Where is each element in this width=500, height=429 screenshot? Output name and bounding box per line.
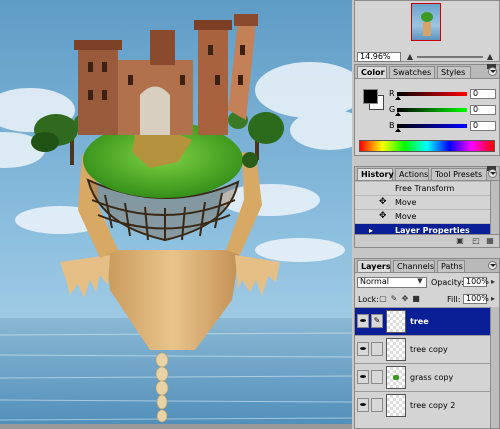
layer-name: tree copy 2 (410, 401, 456, 410)
tab-actions[interactable]: Actions (395, 168, 429, 180)
layer-row-tree-copy-2[interactable]: tree copy 2 (355, 391, 499, 419)
navigator-thumbnail[interactable] (411, 3, 441, 41)
value-b[interactable]: 0 (470, 121, 496, 131)
lock-all-icon[interactable]: ■ (411, 294, 421, 303)
eye-icon[interactable] (357, 314, 369, 328)
eye-icon[interactable] (357, 342, 369, 356)
history-item[interactable]: ✥ Move (355, 209, 499, 223)
navigator-panel: 14.96% ▲ ▲ (354, 0, 500, 62)
brush-icon[interactable]: ✎ (371, 314, 383, 328)
history-item[interactable]: ✥ Move (355, 195, 499, 209)
panel-menu-icon[interactable] (488, 261, 497, 270)
history-panel: History Actions Tool Presets Free Transf… (354, 166, 500, 248)
layer-name: tree copy (410, 345, 448, 354)
color-spectrum-bar[interactable] (359, 140, 495, 152)
slider-g[interactable] (397, 108, 467, 112)
tab-paths[interactable]: Paths (437, 260, 465, 272)
eye-icon[interactable] (357, 398, 369, 412)
fill-label: Fill: (447, 295, 461, 304)
chevron-down-icon[interactable]: ▼ (415, 277, 425, 286)
new-document-icon[interactable]: ◰ (471, 236, 481, 245)
slider-r-handle[interactable] (395, 96, 401, 100)
panel-menu-icon[interactable] (488, 67, 497, 76)
slider-b-handle[interactable] (395, 128, 401, 132)
layer-name: grass copy (410, 373, 454, 382)
layer-thumbnail (386, 310, 406, 333)
layer-name: tree (410, 317, 429, 326)
channel-label-b: B (389, 121, 395, 130)
document-canvas[interactable] (0, 0, 352, 429)
slider-r[interactable] (397, 92, 467, 96)
tab-swatches[interactable]: Swatches (389, 66, 435, 78)
history-item[interactable]: Free Transform (355, 181, 499, 195)
lock-move-icon[interactable]: ✥ (400, 294, 410, 303)
lock-label: Lock: (358, 295, 379, 304)
trash-icon[interactable]: ▦ (485, 236, 495, 245)
value-r[interactable]: 0 (470, 89, 496, 99)
history-footer: ▣ ◰ ▦ (355, 234, 499, 247)
opacity-field[interactable]: 100% (463, 277, 489, 287)
slider-b[interactable] (397, 124, 467, 128)
move-tool-icon: ✥ (379, 197, 387, 207)
fill-field[interactable]: 100% (463, 294, 489, 304)
history-scrollbar[interactable] (490, 181, 499, 237)
layers-panel: Layers Channels Paths Normal ▼ Opacity: … (354, 258, 500, 429)
new-snapshot-icon[interactable]: ▣ (455, 236, 465, 245)
value-g[interactable]: 0 (470, 105, 496, 115)
fill-arrow-icon[interactable]: ▸ (488, 294, 498, 303)
layer-thumbnail (386, 338, 406, 361)
opacity-label: Opacity: (431, 278, 464, 287)
zoom-in-icon[interactable]: ▲ (485, 52, 495, 61)
layer-row-grass-copy[interactable]: grass copy (355, 363, 499, 391)
foreground-color-swatch[interactable] (363, 89, 378, 104)
move-tool-icon: ✥ (379, 211, 387, 221)
channel-label-r: R (389, 89, 395, 98)
tab-history[interactable]: History (357, 168, 394, 180)
zoom-slider[interactable] (417, 56, 483, 58)
layer-row-tree[interactable]: ✎ tree (355, 307, 499, 335)
layer-row-tree-copy[interactable]: tree copy (355, 335, 499, 363)
slider-g-handle[interactable] (395, 112, 401, 116)
link-icon[interactable] (371, 398, 383, 412)
layers-scrollbar[interactable] (490, 307, 499, 428)
eye-icon[interactable] (357, 370, 369, 384)
artwork (0, 0, 352, 429)
tab-tool-presets[interactable]: Tool Presets (431, 168, 487, 180)
link-icon[interactable] (371, 342, 383, 356)
opacity-arrow-icon[interactable]: ▸ (488, 277, 498, 286)
color-panel: Color Swatches Styles R 0 G 0 B 0 (354, 64, 500, 156)
tab-color[interactable]: Color (357, 66, 387, 78)
history-item-label: Free Transform (395, 184, 455, 193)
lock-paint-icon[interactable]: ✎ (389, 294, 399, 303)
link-icon[interactable] (371, 370, 383, 384)
lock-transparency-icon[interactable]: ▢ (378, 294, 388, 303)
tab-channels[interactable]: Channels (393, 260, 435, 272)
zoom-field[interactable]: 14.96% (357, 52, 401, 62)
tab-styles[interactable]: Styles (437, 66, 471, 78)
layer-thumbnail (386, 366, 406, 389)
zoom-out-icon[interactable]: ▲ (405, 52, 415, 61)
panel-menu-icon[interactable] (488, 169, 497, 178)
history-item-label: Move (395, 212, 417, 221)
history-item-label: Move (395, 198, 417, 207)
tab-layers[interactable]: Layers (357, 260, 391, 272)
palette-column: 14.96% ▲ ▲ Color Swatches Styles R 0 G 0… (352, 0, 500, 429)
layer-thumbnail (386, 394, 406, 417)
